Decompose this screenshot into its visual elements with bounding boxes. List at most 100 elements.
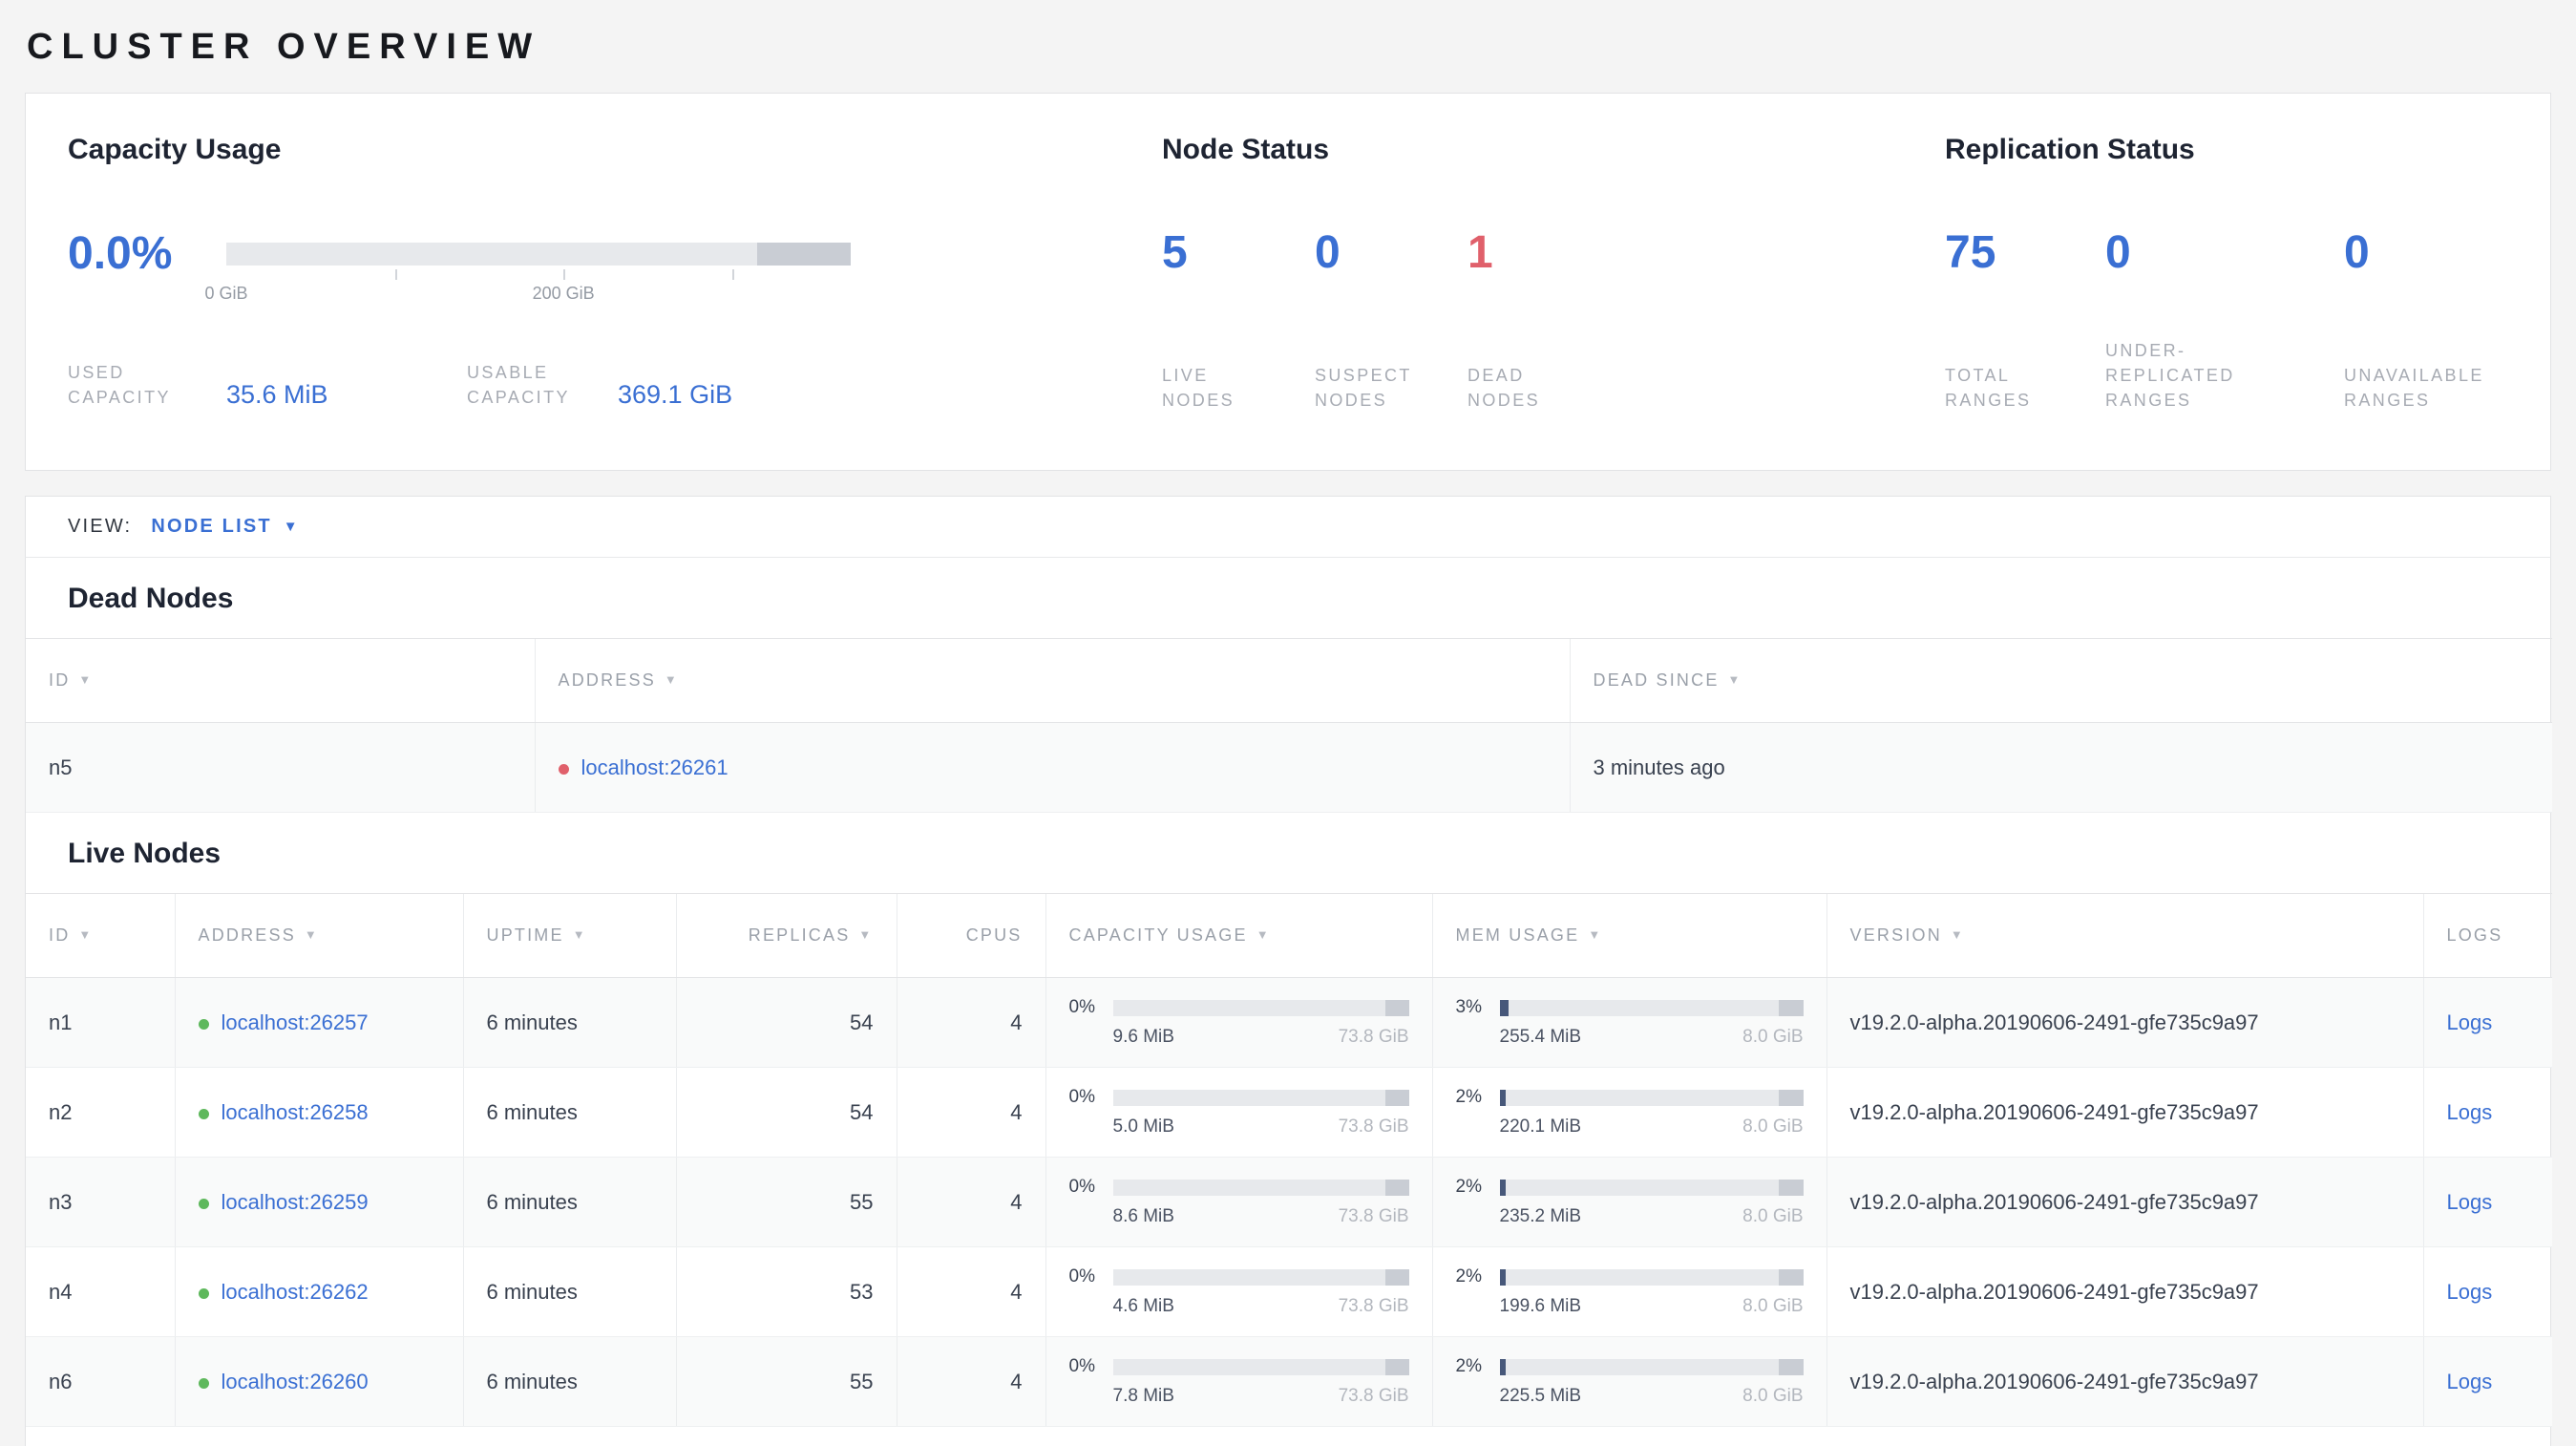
mem-bar-track: [1499, 1179, 1804, 1196]
usable-capacity-value: 369.1 GiB: [618, 380, 733, 409]
replicas-cell: 53: [675, 1246, 897, 1337]
node-address-cell: localhost:26262: [174, 1246, 463, 1337]
column-header-logs: LOGS: [2422, 893, 2552, 978]
dead-node-row: n5 localhost:26261 3 minutes ago: [26, 722, 2552, 813]
version-cell: v19.2.0-alpha.20190606-2491-gfe735c9a97: [1826, 1246, 2423, 1337]
dead-nodes-table: ID ▼ ADDRESS ▼ DEAD SINCE ▼ n5 localhost:26…: [26, 638, 2552, 813]
logs-cell: Logs: [2422, 1157, 2552, 1247]
capacity-usage-heading: Capacity Usage: [68, 134, 282, 165]
logs-cell: Logs: [2422, 1246, 2552, 1337]
mem-usage-bar: 2% 220.1 MiB 8.0 GiB: [1456, 1087, 1804, 1138]
dead-nodes-heading: Dead Nodes: [68, 583, 234, 614]
capacity-usage-bar: 0% 8.6 MiB 73.8 GiB: [1069, 1177, 1409, 1227]
mem-used-value: 199.6 MiB: [1499, 1296, 1582, 1316]
replicas-cell: 55: [675, 1336, 897, 1427]
axis-tick: [563, 268, 566, 280]
capacity-usage-bar: 0% 9.6 MiB 73.8 GiB: [1069, 997, 1409, 1048]
column-header-address[interactable]: ADDRESS ▼: [534, 638, 1570, 723]
capacity-bar-reserved-segment: [1384, 1358, 1409, 1375]
capacity-usage-section: Capacity Usage 0.0% 0 GiB 200 GiB USED C…: [68, 132, 1162, 470]
column-header-uptime[interactable]: UPTIME ▼: [462, 893, 676, 978]
mem-total-value: 8.0 GiB: [1742, 1296, 1804, 1316]
node-address-link[interactable]: localhost:26262: [222, 1280, 369, 1304]
logs-link[interactable]: Logs: [2447, 1370, 2493, 1393]
uptime-cell: 6 minutes: [462, 1336, 676, 1427]
node-address-link[interactable]: localhost:26259: [222, 1190, 369, 1214]
node-id-cell: n2: [26, 1067, 175, 1158]
mem-bar-reserved-segment: [1779, 1089, 1804, 1106]
total-ranges-stat: 75 TOTAL RANGES: [1945, 227, 2105, 413]
capacity-total-value: 73.8 GiB: [1338, 1206, 1409, 1226]
view-selected-value: NODE LIST: [151, 516, 272, 537]
cpus-cell: 4: [896, 1246, 1045, 1337]
view-label: VIEW:: [68, 516, 133, 537]
mem-bar-track: [1499, 999, 1804, 1016]
live-nodes-table: ID ▼ ADDRESS ▼ UPTIME ▼ REPLICAS ▼ CPUS CAPA…: [26, 893, 2552, 1427]
node-address-link[interactable]: localhost:26258: [222, 1100, 369, 1124]
nodes-card: Dead Nodes ID ▼ ADDRESS ▼ DEAD SINCE ▼ n5 l…: [25, 557, 2552, 1446]
dead-nodes-label: DEAD NODES: [1467, 366, 1541, 410]
column-header-cpus: CPUS: [896, 893, 1045, 978]
node-id-cell: n3: [26, 1157, 175, 1247]
capacity-bar-reserved-segment: [1384, 1179, 1409, 1196]
capacity-used-value: 4.6 MiB: [1112, 1296, 1174, 1316]
logs-link[interactable]: Logs: [2447, 1280, 2493, 1304]
node-address-link[interactable]: localhost:26257: [222, 1010, 369, 1034]
suspect-nodes-count: 0: [1315, 227, 1341, 278]
column-header-version[interactable]: VERSION ▼: [1826, 893, 2423, 978]
view-selector-dropdown[interactable]: NODE LIST ▼: [151, 516, 297, 538]
unavailable-ranges-count: 0: [2344, 227, 2370, 278]
logs-cell: Logs: [2422, 977, 2552, 1068]
mem-bar-fill: [1499, 1268, 1506, 1286]
page-title: CLUSTER OVERVIEW: [27, 27, 541, 67]
uptime-cell: 6 minutes: [462, 1246, 676, 1337]
column-header-id[interactable]: ID ▼: [26, 893, 175, 978]
view-bar: VIEW: NODE LIST ▼: [25, 496, 2551, 557]
capacity-bar-reserved-segment: [1384, 1089, 1409, 1106]
mem-used-value: 235.2 MiB: [1499, 1206, 1582, 1226]
suspect-nodes-label: SUSPECT NODES: [1315, 366, 1412, 410]
column-header-id[interactable]: ID ▼: [26, 638, 535, 723]
uptime-cell: 6 minutes: [462, 977, 676, 1068]
sort-desc-icon: ▼: [304, 927, 319, 942]
axis-tick-label: 200 GiB: [532, 283, 595, 303]
mem-bar-track: [1499, 1089, 1804, 1106]
under-replicated-ranges-stat: 0 UNDER- REPLICATED RANGES: [2105, 227, 2344, 413]
logs-link[interactable]: Logs: [2447, 1100, 2493, 1124]
column-header-mem-usage[interactable]: MEM USAGE ▼: [1431, 893, 1826, 978]
capacity-bar-track: [1112, 999, 1409, 1016]
capacity-total-value: 73.8 GiB: [1338, 1296, 1409, 1316]
cpus-cell: 4: [896, 1067, 1045, 1158]
dead-since-cell: 3 minutes ago: [1569, 722, 2552, 813]
live-nodes-count: 5: [1162, 227, 1188, 278]
logs-link[interactable]: Logs: [2447, 1010, 2493, 1034]
column-header-address[interactable]: ADDRESS ▼: [174, 893, 463, 978]
axis-tick-label: 0 GiB: [204, 283, 248, 303]
capacity-percent-label: 0%: [1068, 1356, 1095, 1376]
node-id-cell: n1: [26, 977, 175, 1068]
node-address-link[interactable]: localhost:26260: [222, 1370, 369, 1393]
dead-nodes-count: 1: [1467, 227, 1493, 278]
capacity-bar-reserved-segment: [1384, 999, 1409, 1016]
total-ranges-count: 75: [1945, 227, 1996, 278]
capacity-percent: 0.0%: [68, 228, 173, 279]
capacity-usage-cell: 0% 5.0 MiB 73.8 GiB: [1045, 1067, 1432, 1158]
unavailable-ranges-label: UNAVAILABLE RANGES: [2344, 366, 2484, 410]
node-address-cell: localhost:26259: [174, 1157, 463, 1247]
mem-usage-bar: 2% 199.6 MiB 8.0 GiB: [1456, 1266, 1804, 1317]
logs-link[interactable]: Logs: [2447, 1190, 2493, 1214]
mem-bar-fill: [1499, 1089, 1506, 1106]
column-header-capacity-usage[interactable]: CAPACITY USAGE ▼: [1045, 893, 1432, 978]
node-address-link[interactable]: localhost:26261: [581, 755, 728, 779]
mem-bar-fill: [1499, 1179, 1506, 1196]
sort-desc-icon: ▼: [78, 927, 94, 942]
mem-usage-cell: 3% 255.4 MiB 8.0 GiB: [1431, 977, 1826, 1068]
capacity-usage-cell: 0% 8.6 MiB 73.8 GiB: [1045, 1157, 1432, 1247]
total-ranges-label: TOTAL RANGES: [1945, 366, 2032, 410]
logs-cell: Logs: [2422, 1336, 2552, 1427]
capacity-percent-label: 0%: [1068, 1266, 1095, 1287]
column-header-replicas[interactable]: REPLICAS ▼: [675, 893, 897, 978]
column-header-dead-since[interactable]: DEAD SINCE ▼: [1569, 638, 2552, 723]
live-node-row: n4 localhost:26262 6 minutes 53 4 0% 4.6…: [26, 1246, 2552, 1337]
axis-tick: [731, 268, 734, 280]
